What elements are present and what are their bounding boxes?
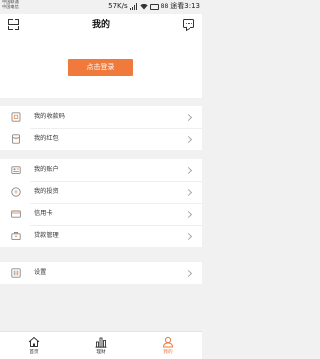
- qr-code-icon: [11, 112, 21, 122]
- bottom-tab-bar: 首页 理财 我的: [0, 331, 202, 359]
- menu-item-label: 我的红包: [34, 135, 59, 142]
- tab-finance[interactable]: 理财: [81, 332, 121, 359]
- status-indicators: 57K/s 88 途看3:13: [108, 2, 200, 11]
- menu-group-settings: 设置: [0, 262, 202, 284]
- login-section: 点击登录: [0, 38, 202, 98]
- menu-item-account[interactable]: 我的账户: [0, 159, 202, 181]
- network-speed: 57K/s: [108, 2, 128, 10]
- menu-item-settings[interactable]: 设置: [0, 262, 202, 284]
- chevron-right-icon: [184, 135, 193, 143]
- account-icon: [11, 166, 21, 174]
- battery-level: 88: [160, 3, 169, 10]
- top-navigation-bar: 我的: [0, 14, 202, 38]
- menu-item-label: 我的投资: [34, 188, 59, 195]
- message-icon[interactable]: [183, 19, 194, 28]
- tab-home[interactable]: 首页: [14, 332, 54, 359]
- battery-icon: [149, 3, 159, 10]
- svg-text:¥: ¥: [14, 190, 18, 196]
- menu-item-label: 我的账户: [34, 166, 59, 173]
- menu-item-loan-management[interactable]: 贷款管理: [0, 225, 202, 247]
- chevron-right-icon: [184, 210, 193, 218]
- finance-icon: [95, 337, 107, 348]
- tab-profile[interactable]: 我的: [148, 332, 188, 359]
- chevron-right-icon: [184, 166, 193, 174]
- carrier-text: 中国联通 中国电信: [2, 0, 19, 10]
- tab-label: 我的: [163, 350, 173, 355]
- chevron-right-icon: [184, 113, 193, 121]
- menu-item-credit-card[interactable]: 信用卡: [0, 203, 202, 225]
- red-packet-icon: [12, 134, 20, 144]
- wifi-icon: [139, 3, 148, 10]
- chevron-right-icon: [184, 188, 193, 196]
- menu-item-payment-qr[interactable]: 我的收款码: [0, 106, 202, 128]
- page-title: 我的: [91, 20, 110, 30]
- tab-label: 理财: [96, 350, 106, 355]
- menu-item-investment[interactable]: ¥ 我的投资: [0, 181, 202, 203]
- carrier-line2: 中国电信: [2, 3, 19, 9]
- menu-group-finance: 我的账户 ¥ 我的投资 信用卡 贷款管理: [0, 159, 202, 247]
- status-bar: 中国联通 中国电信 57K/s 88 途看3:13: [0, 0, 202, 14]
- login-button[interactable]: 点击登录: [68, 59, 133, 76]
- signal-icon: [129, 3, 138, 10]
- menu-item-label: 贷款管理: [34, 232, 59, 239]
- credit-card-icon: [11, 210, 21, 218]
- loan-icon: [11, 232, 21, 241]
- clock: 途看3:13: [170, 2, 200, 10]
- chevron-right-icon: [184, 232, 193, 240]
- tab-label: 首页: [29, 350, 39, 355]
- menu-item-red-packet[interactable]: 我的红包: [0, 128, 202, 150]
- menu-group-payments: 我的收款码 我的红包: [0, 106, 202, 150]
- investment-icon: ¥: [11, 187, 21, 197]
- menu-item-label: 设置: [34, 269, 47, 276]
- chevron-right-icon: [184, 269, 193, 277]
- menu-item-label: 我的收款码: [34, 113, 65, 120]
- settings-icon: [11, 268, 21, 278]
- home-icon: [28, 336, 40, 347]
- menu-item-label: 信用卡: [34, 210, 53, 217]
- profile-icon: [162, 336, 174, 348]
